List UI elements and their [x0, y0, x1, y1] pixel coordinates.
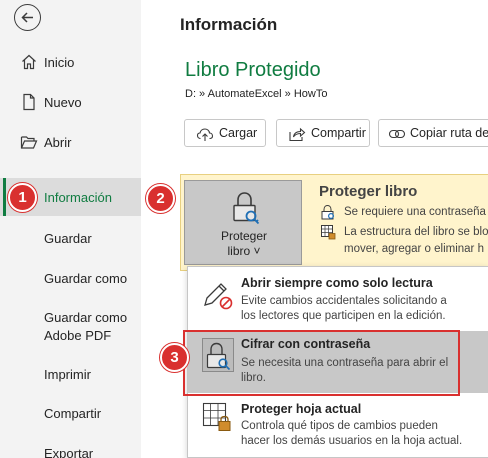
sidebar-item-guardar-como[interactable]: Guardar como	[0, 265, 141, 291]
pencil-no-icon	[204, 283, 233, 310]
sidebar-item-label: Imprimir	[44, 366, 91, 382]
breadcrumb: D: » AutomateExcel » HowTo	[185, 88, 328, 100]
protect-workbook-button[interactable]: Proteger libro ˅	[184, 180, 302, 265]
sidebar-item-label: Inicio	[44, 54, 75, 70]
protect-button-label-2: libro ˅	[227, 244, 261, 258]
sidebar-item-label: Guardar	[44, 230, 92, 246]
page-title: Información	[180, 15, 278, 34]
callout-badge: 3	[160, 343, 189, 372]
sidebar-item-label: Información	[44, 189, 112, 205]
sidebar-item-label: Compartir	[44, 405, 102, 421]
protect-button-label-1: Proteger	[220, 229, 268, 243]
callout-badge: 1	[8, 183, 37, 212]
sidebar-item-label: Exportar	[44, 445, 94, 458]
menu-item-desc-1: Controla qué tipos de cambios pueden	[241, 420, 438, 432]
back-button[interactable]	[14, 4, 41, 31]
menu-item-desc-2: hacer los demás usuarios en la hoja actu…	[241, 435, 463, 447]
menu-item-title: Abrir siempre como solo lectura	[241, 276, 433, 290]
sidebar-item-inicio[interactable]: Inicio	[0, 49, 141, 75]
sidebar-item-label: Abrir	[44, 134, 72, 150]
workbook-title: Libro Protegido	[185, 59, 321, 81]
protect-heading: Proteger libro	[319, 183, 418, 200]
home-icon	[22, 54, 36, 70]
link-icon	[388, 129, 406, 139]
sidebar-item-imprimir[interactable]: Imprimir	[0, 361, 141, 387]
share-button[interactable]: Compartir	[276, 119, 370, 147]
upload-icon	[196, 128, 214, 141]
sidebar-item-exportar[interactable]: Exportar	[0, 440, 141, 458]
sidebar-item-nuevo[interactable]: Nuevo	[0, 89, 141, 115]
sidebar-item-label-line1: Guardar como	[44, 310, 128, 325]
upload-button[interactable]: Cargar	[184, 119, 266, 147]
callout-badge: 2	[146, 184, 175, 213]
protect-status-1: Se requiere una contraseña	[344, 206, 486, 218]
highlight-box	[183, 330, 460, 396]
menu-item-title: Proteger hoja actual	[241, 402, 362, 416]
folder-open-icon	[20, 136, 38, 149]
active-indicator	[3, 178, 6, 216]
sheet-lock-icon	[321, 225, 336, 240]
sidebar-item-guardar[interactable]: Guardar	[0, 225, 141, 251]
upload-label: Cargar	[219, 126, 258, 140]
sidebar-item-label: Guardar como	[44, 270, 128, 286]
copy-path-button[interactable]: Copiar ruta de a	[378, 119, 488, 147]
back-arrow-icon	[21, 12, 33, 23]
menu-item-protect-sheet[interactable]: Proteger hoja actual Controla qué tipos …	[188, 398, 488, 454]
share-label: Compartir	[311, 126, 366, 140]
protect-status-2: La estructura del libro se blo	[344, 226, 488, 238]
new-document-icon	[23, 93, 35, 111]
sidebar-item-guardar-pdf[interactable]: Guardar como Adobe PDF	[0, 307, 141, 343]
share-icon	[289, 127, 306, 142]
sidebar-item-label-line2: Adobe PDF	[44, 328, 112, 343]
sheet-lock-icon	[202, 402, 231, 431]
menu-item-desc-2: los lectores que participen en la edició…	[241, 310, 446, 322]
menu-item-read-only[interactable]: Abrir siempre como solo lectura Evite ca…	[188, 272, 488, 328]
sidebar-item-compartir[interactable]: Compartir	[0, 400, 141, 426]
lock-key-icon	[233, 192, 260, 225]
lock-key-icon	[321, 204, 335, 220]
sidebar-item-abrir[interactable]: Abrir	[0, 129, 141, 155]
menu-item-desc-1: Evite cambios accidentales solicitando a	[241, 295, 447, 307]
backstage-sidebar: Inicio Nuevo Abrir Información Guardar G…	[0, 0, 141, 458]
copy-path-label: Copiar ruta de a	[410, 126, 488, 140]
protect-status-3: mover, agregar o eliminar h	[344, 243, 484, 255]
sidebar-item-label: Nuevo	[44, 94, 82, 110]
